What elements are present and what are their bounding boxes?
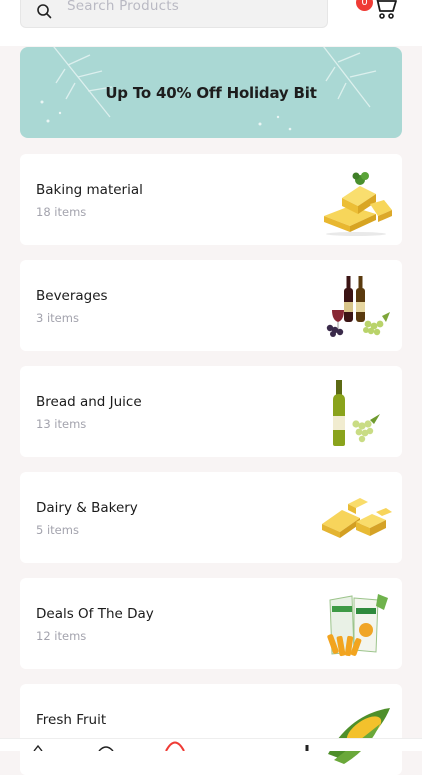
category-name: Fresh Fruit xyxy=(36,712,107,728)
corn-image xyxy=(328,708,390,764)
category-name: Bread and Juice xyxy=(36,394,142,410)
snack-packs-image xyxy=(327,594,388,657)
cheese-image xyxy=(324,172,392,236)
category-item-baking-material[interactable]: Baking material 18 items xyxy=(20,154,402,245)
wine-grapes-image xyxy=(326,276,390,337)
category-item-fresh-fruit[interactable]: Fresh Fruit xyxy=(20,684,402,775)
cart-icon xyxy=(376,0,397,19)
category-item-beverages[interactable]: Beverages 3 items xyxy=(20,260,402,351)
category-name: Deals Of The Day xyxy=(36,606,154,622)
category-count: 5 items xyxy=(36,523,79,537)
category-count: 3 items xyxy=(36,311,79,325)
category-item-dairy-bakery[interactable]: Dairy & Bakery 5 items xyxy=(20,472,402,563)
category-name: Beverages xyxy=(36,288,108,304)
category-name: Dairy & Bakery xyxy=(36,500,138,516)
category-name: Baking material xyxy=(36,182,143,198)
banner-text: Up To 40% Off Holiday Bit xyxy=(105,84,317,102)
cart-button[interactable]: 0 xyxy=(352,0,402,24)
promo-banner[interactable]: Up To 40% Off Holiday Bit xyxy=(20,47,402,138)
header: Search Products 0 xyxy=(0,0,422,46)
wine-bottle-image xyxy=(333,380,380,446)
category-item-bread-and-juice[interactable]: Bread and Juice 13 items xyxy=(20,366,402,457)
category-count: 13 items xyxy=(36,417,87,431)
search-placeholder: Search Products xyxy=(67,0,179,14)
search-input[interactable]: Search Products xyxy=(20,0,328,28)
category-count: 12 items xyxy=(36,629,87,643)
category-count: 18 items xyxy=(36,205,87,219)
cheese-cubes-image xyxy=(322,498,392,538)
bottom-nav xyxy=(0,738,422,751)
category-item-deals-of-the-day[interactable]: Deals Of The Day 12 items xyxy=(20,578,402,669)
search-icon xyxy=(37,4,52,19)
offers-icon[interactable] xyxy=(165,740,185,751)
cart-count-badge: 0 xyxy=(356,0,373,11)
